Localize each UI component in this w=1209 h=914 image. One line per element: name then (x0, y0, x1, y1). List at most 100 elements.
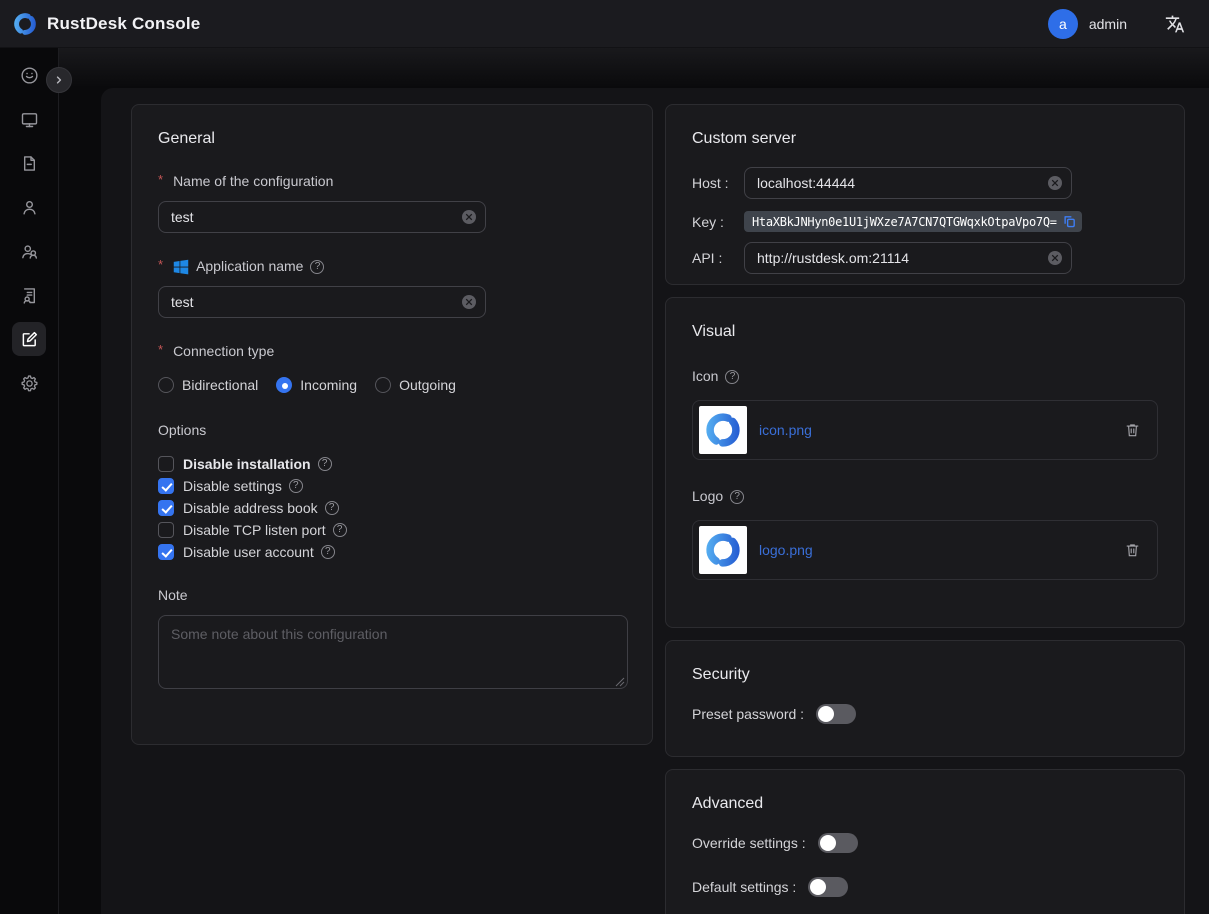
logo-help-icon[interactable]: ? (730, 490, 744, 504)
clear-icon (465, 298, 473, 306)
advanced-title: Advanced (692, 794, 1158, 813)
content-panel: General Name of the configuration (101, 88, 1209, 914)
radio-circle[interactable] (276, 377, 292, 393)
icon-help-icon[interactable]: ? (725, 370, 739, 384)
user-name[interactable]: admin (1089, 16, 1127, 32)
radio-circle[interactable] (158, 377, 174, 393)
checkbox-disable-tcp-listen-port[interactable]: Disable TCP listen port ? (158, 522, 626, 538)
visual-title: Visual (692, 322, 1158, 341)
api-clear-button[interactable] (1048, 251, 1062, 265)
copy-icon (1062, 214, 1077, 229)
override-settings-label: Override settings : (692, 835, 806, 851)
logo-label-text: Logo (692, 487, 723, 506)
checkbox-box[interactable] (158, 500, 174, 516)
clear-icon (465, 213, 473, 221)
app-name-help-icon[interactable]: ? (310, 260, 324, 274)
monitor-icon (19, 109, 40, 130)
sidebar-item-welcome[interactable] (12, 58, 46, 92)
body: General Name of the configuration (0, 48, 1209, 914)
help-icon[interactable]: ? (318, 457, 332, 471)
checkbox-box[interactable] (158, 456, 174, 472)
radio-incoming[interactable]: Incoming (276, 377, 357, 393)
sidebar-expand-button[interactable] (46, 67, 72, 93)
app-name-clear-button[interactable] (462, 295, 476, 309)
name-input-wrap (158, 201, 486, 233)
avatar[interactable]: a (1048, 9, 1078, 39)
preset-password-toggle[interactable] (816, 704, 856, 724)
logo-file-box: logo.png (692, 520, 1158, 580)
trash-icon (1124, 421, 1141, 439)
copy-key-button[interactable] (1062, 214, 1077, 229)
icon-file-link[interactable]: icon.png (759, 422, 812, 438)
app-name-label: Application name ? (158, 257, 626, 276)
sidebar-item-settings[interactable] (12, 366, 46, 400)
sidebar-item-users[interactable] (12, 190, 46, 224)
checkbox-box[interactable] (158, 478, 174, 494)
logo-delete-button[interactable] (1124, 541, 1141, 559)
default-settings-label: Default settings : (692, 879, 796, 895)
help-icon[interactable]: ? (289, 479, 303, 493)
override-settings-toggle[interactable] (818, 833, 858, 853)
general-title: General (158, 129, 626, 148)
radio-bidirectional[interactable]: Bidirectional (158, 377, 258, 393)
edit-icon (19, 329, 40, 350)
checkbox-disable-user-account[interactable]: Disable user account ? (158, 544, 626, 560)
key-label: Key : (692, 214, 744, 230)
name-clear-button[interactable] (462, 210, 476, 224)
app-name-input[interactable] (158, 286, 486, 318)
checkbox-label: Disable user account (183, 544, 314, 560)
topbar-right: a admin (1048, 9, 1187, 39)
checkbox-box[interactable] (158, 544, 174, 560)
icon-file-box: icon.png (692, 400, 1158, 460)
radio-label: Incoming (300, 377, 357, 393)
connection-type-group: Bidirectional Incoming Outgoing (158, 377, 626, 393)
radio-label: Outgoing (399, 377, 456, 393)
trash-icon (1124, 541, 1141, 559)
host-clear-button[interactable] (1048, 176, 1062, 190)
checkbox-disable-settings[interactable]: Disable settings ? (158, 478, 626, 494)
security-title: Security (692, 665, 1158, 684)
radio-label: Bidirectional (182, 377, 258, 393)
connection-type-label-text: Connection type (173, 342, 274, 361)
checkbox-disable-installation[interactable]: Disable installation ? (158, 456, 626, 472)
api-input[interactable] (744, 242, 1072, 274)
options-label: Options (158, 421, 626, 440)
radio-outgoing[interactable]: Outgoing (375, 377, 456, 393)
key-value-chip: HtaXBkJNHyn0e1U1jWXze7A7CN7QTGWqxkOtpaVp… (744, 211, 1082, 232)
radio-circle[interactable] (375, 377, 391, 393)
user-group-icon (19, 241, 40, 262)
language-button[interactable] (1165, 13, 1187, 35)
help-icon[interactable]: ? (321, 545, 335, 559)
icon-delete-button[interactable] (1124, 421, 1141, 439)
logo-preview (699, 526, 747, 574)
sidebar-item-documents[interactable] (12, 146, 46, 180)
sidebar-item-audit[interactable] (12, 278, 46, 312)
logo-label: Logo ? (692, 487, 1158, 506)
clear-icon (1051, 179, 1059, 187)
logo-file-link[interactable]: logo.png (759, 542, 813, 558)
rustdesk-console-page: RustDesk Console a admin (0, 0, 1209, 914)
sidebar-item-groups[interactable] (12, 234, 46, 268)
brand: RustDesk Console (12, 11, 200, 37)
name-input[interactable] (158, 201, 486, 233)
checkbox-box[interactable] (158, 522, 174, 538)
checkbox-label: Disable installation (183, 456, 311, 472)
rustdesk-logo-icon (703, 410, 743, 450)
checkbox-disable-address-book[interactable]: Disable address book ? (158, 500, 626, 516)
api-row: API : (692, 242, 1158, 274)
custom-server-title: Custom server (692, 129, 1158, 148)
api-label: API : (692, 250, 744, 266)
sidebar-item-devices[interactable] (12, 102, 46, 136)
audit-log-icon (19, 285, 40, 306)
note-textarea[interactable] (158, 615, 628, 689)
gear-icon (19, 373, 40, 394)
default-settings-toggle[interactable] (808, 877, 848, 897)
smiley-icon (19, 65, 40, 86)
document-icon (19, 153, 40, 174)
app-name-input-wrap (158, 286, 486, 318)
help-icon[interactable]: ? (333, 523, 347, 537)
sidebar-item-custom-client[interactable] (12, 322, 46, 356)
help-icon[interactable]: ? (325, 501, 339, 515)
host-input[interactable] (744, 167, 1072, 199)
advanced-card: Advanced Override settings : Default set… (665, 769, 1185, 914)
